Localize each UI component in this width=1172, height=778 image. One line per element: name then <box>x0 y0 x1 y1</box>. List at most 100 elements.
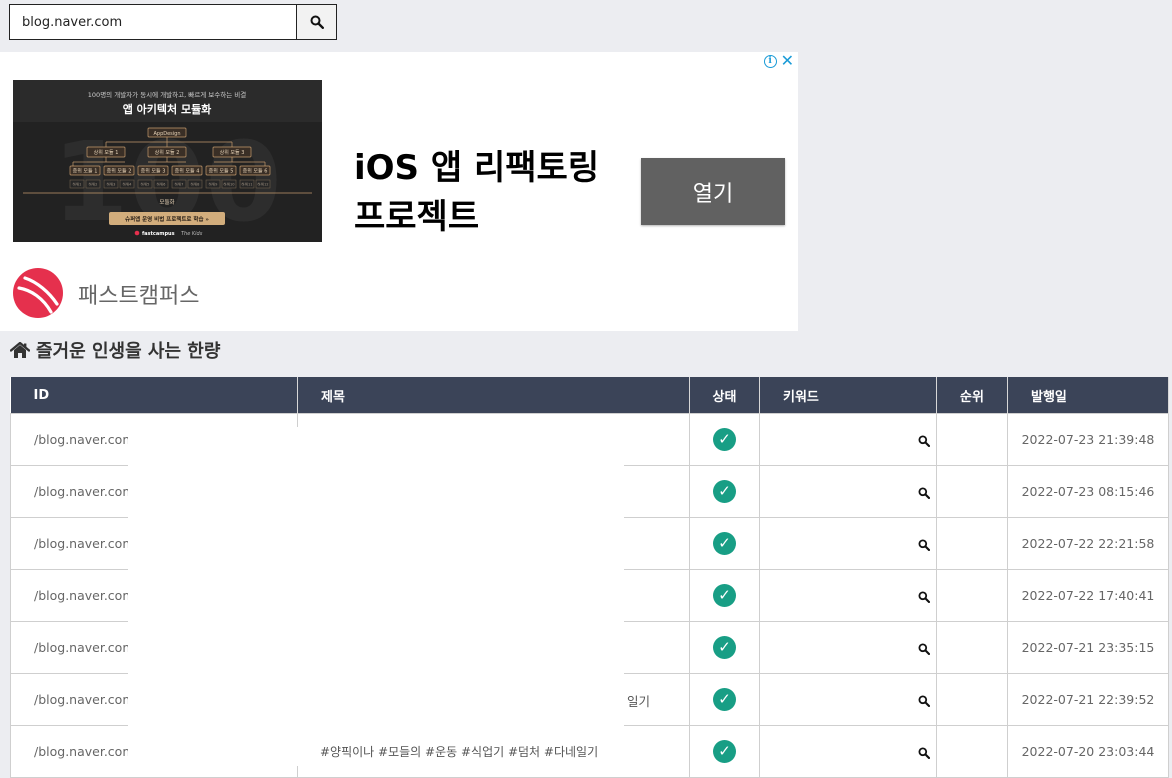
tree-l3: 하위8 <box>191 182 201 187</box>
cell-date: 2022-07-20 23:03:44 <box>1007 725 1169 778</box>
search-input[interactable] <box>10 5 296 39</box>
fastcampus-logo-icon <box>134 230 140 236</box>
search-box <box>9 4 337 40</box>
col-header-title[interactable]: 제목 <box>297 377 690 414</box>
title-fragment: #양픽이나 #모들의 #운동 #식업기 #덤처 #다네일기 <box>320 745 599 759</box>
tree-l3: 하위3 <box>107 182 116 187</box>
search-icon[interactable] <box>918 643 931 655</box>
ad-headline[interactable]: iOS 앱 리팩토링 프로젝트 <box>354 144 634 242</box>
cell-rank <box>936 413 1008 466</box>
ad-headline-line: 프로젝트 <box>354 197 480 237</box>
check-icon: ✓ <box>713 428 736 451</box>
search-icon[interactable] <box>918 747 931 759</box>
search-icon[interactable] <box>918 435 931 447</box>
tree-l2: 중위 모듈 1 <box>73 168 98 175</box>
check-icon: ✓ <box>713 740 736 763</box>
col-header-status[interactable]: 상태 <box>689 377 760 414</box>
ad-banner[interactable]: i ✕ 100 100명의 개발자가 동시에 개발하고, 빠르게 보수하는 비결… <box>0 52 798 331</box>
tree-l3: 하위11 <box>241 182 252 187</box>
tree-l3: 하위4 <box>123 182 133 187</box>
col-header-keyword[interactable]: 키워드 <box>759 377 937 414</box>
cell-keyword <box>759 621 937 674</box>
cell-keyword <box>759 465 937 518</box>
cell-status: ✓ <box>689 621 760 674</box>
tree-l2: 중위 모듈 4 <box>175 168 200 175</box>
cell-keyword <box>759 517 937 570</box>
cell-keyword <box>759 413 937 466</box>
ad-headline-line: iOS 앱 리팩토링 <box>354 148 600 188</box>
tree-l2: 중위 모듈 3 <box>141 168 166 175</box>
cell-date: 2022-07-21 23:35:15 <box>1007 621 1169 674</box>
blog-title-text: 즐거운 인생을 사는 한량 <box>36 341 221 362</box>
ad-image-brand1: fastcampus <box>142 231 175 237</box>
ad-image[interactable]: 100 100명의 개발자가 동시에 개발하고, 빠르게 보수하는 비결 앱 아… <box>13 80 322 242</box>
check-icon: ✓ <box>713 532 736 555</box>
cell-rank <box>936 517 1008 570</box>
check-icon: ✓ <box>713 636 736 659</box>
ad-image-top-text: 100명의 개발자가 동시에 개발하고, 빠르게 보수하는 비결 <box>88 90 246 99</box>
tree-l3: 하위10 <box>223 182 235 187</box>
search-icon <box>310 15 324 29</box>
cell-rank <box>936 569 1008 622</box>
ad-image-brand2: The Kids <box>181 231 203 237</box>
info-icon[interactable]: i <box>763 54 777 68</box>
search-button[interactable] <box>296 5 336 39</box>
cell-date: 2022-07-21 22:39:52 <box>1007 673 1169 726</box>
cell-keyword <box>759 569 937 622</box>
tree-l3: 하위12 <box>257 182 268 187</box>
ad-controls: i ✕ <box>763 53 794 69</box>
cell-keyword <box>759 725 937 778</box>
cell-rank <box>936 673 1008 726</box>
tree-bottom-label: 모듈화 <box>159 199 174 206</box>
cell-status: ✓ <box>689 517 760 570</box>
cell-status: ✓ <box>689 465 760 518</box>
ad-image-title: 앱 아키텍처 모듈화 <box>123 102 212 116</box>
cell-status: ✓ <box>689 673 760 726</box>
tree-root: AppDesign <box>153 131 180 137</box>
redacted-area <box>128 427 624 766</box>
tree-l3: 하위5 <box>141 182 150 187</box>
tree-l1: 상위 모듈 3 <box>220 149 245 156</box>
tree-l3: 하위2 <box>89 182 98 187</box>
check-icon: ✓ <box>713 688 736 711</box>
ad-image-banner: 슈퍼앱 운영 비법 프로젝트로 학습 » <box>125 215 209 223</box>
search-icon[interactable] <box>918 591 931 603</box>
search-icon[interactable] <box>918 695 931 707</box>
tree-l1: 상위 모듈 2 <box>155 149 180 156</box>
check-icon: ✓ <box>713 584 736 607</box>
tree-l3: 하위9 <box>209 182 219 187</box>
ad-advertiser-name[interactable]: 패스트캠퍼스 <box>78 278 199 310</box>
tree-l1: 상위 모듈 1 <box>94 149 119 156</box>
col-header-rank[interactable]: 순위 <box>936 377 1008 414</box>
close-icon[interactable]: ✕ <box>781 53 794 69</box>
check-icon: ✓ <box>713 480 736 503</box>
cell-date: 2022-07-22 22:21:58 <box>1007 517 1169 570</box>
cell-rank <box>936 465 1008 518</box>
search-icon[interactable] <box>918 487 931 499</box>
cell-date: 2022-07-22 17:40:41 <box>1007 569 1169 622</box>
ad-image-graphic: 100 100명의 개발자가 동시에 개발하고, 빠르게 보수하는 비결 앱 아… <box>13 80 322 242</box>
tree-l3: 하위7 <box>175 182 184 187</box>
ad-open-button[interactable]: 열기 <box>641 158 785 225</box>
tree-l3: 하위6 <box>157 182 167 187</box>
cell-status: ✓ <box>689 725 760 778</box>
cell-rank <box>936 621 1008 674</box>
cell-keyword <box>759 673 937 726</box>
cell-rank <box>936 725 1008 778</box>
col-header-id[interactable]: ID <box>10 377 298 414</box>
cell-status: ✓ <box>689 413 760 466</box>
home-icon <box>10 341 30 358</box>
col-header-date[interactable]: 발행일 <box>1007 377 1169 414</box>
tree-l2: 중위 모듈 5 <box>209 168 234 175</box>
cell-date: 2022-07-23 08:15:46 <box>1007 465 1169 518</box>
table-header-row: ID 제목 상태 키워드 순위 발행일 <box>10 377 1169 414</box>
blog-title: 즐거운 인생을 사는 한량 <box>10 337 220 363</box>
search-icon[interactable] <box>918 539 931 551</box>
fastcampus-logo-icon[interactable] <box>13 268 63 318</box>
tree-l2: 중위 모듈 6 <box>243 168 268 175</box>
tree-l2: 중위 모듈 2 <box>107 168 132 175</box>
cell-date: 2022-07-23 21:39:48 <box>1007 413 1169 466</box>
tree-l3: 하위1 <box>73 182 82 187</box>
title-fragment: 일기 <box>627 694 651 709</box>
cell-status: ✓ <box>689 569 760 622</box>
